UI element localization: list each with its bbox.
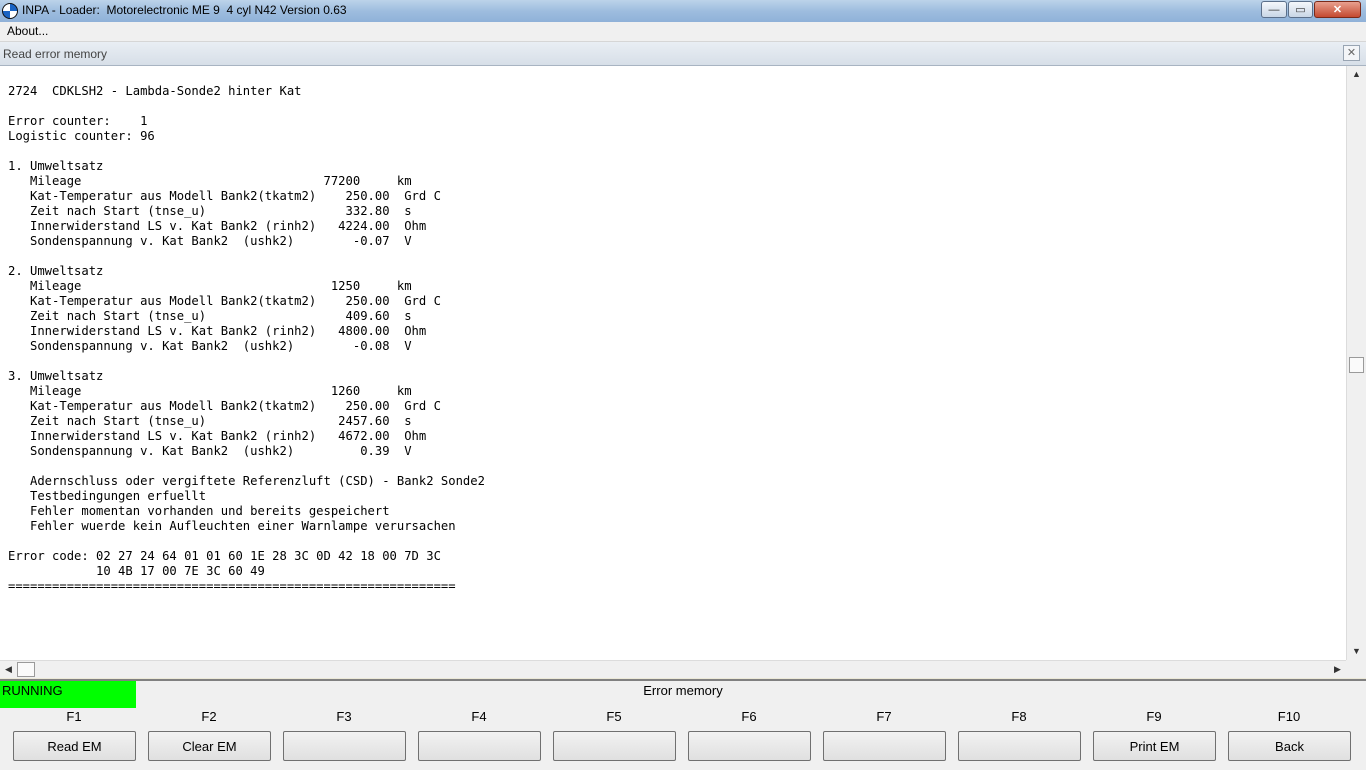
scroll-right-icon[interactable]: ▶ [1330,662,1345,677]
vertical-scrollbar[interactable]: ▲ ▼ [1346,66,1366,660]
output-line: Mileage 1260 km [8,384,412,398]
output-line: Adernschluss oder vergiftete Referenzluf… [8,474,485,488]
output-line: Fehler wuerde kein Aufleuchten einer War… [8,519,456,533]
output-line: Logistic counter: 96 [8,129,155,143]
output-line: 2724 CDKLSH2 - Lambda-Sonde2 hinter Kat [8,84,302,98]
output-line: Error counter: 1 [8,114,148,128]
fkey-label-f3: F3 [336,709,352,724]
output-line: 10 4B 17 00 7E 3C 60 49 [8,564,265,578]
window-title: INPA - Loader: Motorelectronic ME 9 4 cy… [22,3,347,17]
function-key-panel: RUNNING Error memory F1 Read EM F2 Clear EM… [0,679,1366,770]
menu-bar: About... [0,22,1366,42]
output-line: 2. Umweltsatz [8,264,104,278]
output-line: Fehler momentan vorhanden und bereits ge… [8,504,390,518]
minimize-button[interactable]: — [1261,1,1287,18]
fkey-button-f10[interactable]: Back [1228,731,1351,761]
horizontal-scrollbar[interactable]: ◀ ▶ [0,660,1346,678]
output-line: Mileage 77200 km [8,174,412,188]
mode-title: Error memory [643,683,723,698]
vertical-scroll-thumb[interactable] [1349,357,1364,373]
scrollbar-corner [1346,660,1366,678]
output-text: 2724 CDKLSH2 - Lambda-Sonde2 hinter Kat E… [8,84,485,594]
output-line: Zeit nach Start (tnse_u) 332.80 s [8,204,412,218]
fkey-button-f5[interactable] [553,731,676,761]
output-line: Sondenspannung v. Kat Bank2 (ushk2) 0.39… [8,444,412,458]
fkey-label-f7: F7 [876,709,892,724]
output-line: ========================================… [8,579,456,593]
fkey-label-f8: F8 [1011,709,1027,724]
fkey-label-f4: F4 [471,709,487,724]
output-line: Innerwiderstand LS v. Kat Bank2 (rinh2) … [8,219,427,233]
child-window-title-bar: Read error memory ✕ [0,42,1366,66]
fkey-button-f3[interactable] [283,731,406,761]
output-line: Kat-Temperatur aus Modell Bank2(tkatm2) … [8,294,441,308]
fkey-label-f5: F5 [606,709,622,724]
output-line: Kat-Temperatur aus Modell Bank2(tkatm2) … [8,399,441,413]
fkey-button-f8[interactable] [958,731,1081,761]
close-window-button[interactable]: ✕ [1314,1,1361,18]
fkey-label-f1: F1 [66,709,82,724]
child-close-icon[interactable]: ✕ [1343,45,1360,61]
output-line: Kat-Temperatur aus Modell Bank2(tkatm2) … [8,189,441,203]
error-memory-output: 2724 CDKLSH2 - Lambda-Sonde2 hinter Kat E… [0,66,1346,660]
scroll-up-icon[interactable]: ▲ [1349,67,1364,82]
output-line: Zeit nach Start (tnse_u) 409.60 s [8,309,412,323]
fkey-button-f2[interactable]: Clear EM [148,731,271,761]
fkey-button-f9[interactable]: Print EM [1093,731,1216,761]
fkey-button-f6[interactable] [688,731,811,761]
output-line: Sondenspannung v. Kat Bank2 (ushk2) -0.0… [8,339,412,353]
output-line: Zeit nach Start (tnse_u) 2457.60 s [8,414,412,428]
output-line: Sondenspannung v. Kat Bank2 (ushk2) -0.0… [8,234,412,248]
fkey-label-f10: F10 [1277,709,1301,724]
scroll-left-icon[interactable]: ◀ [1,662,16,677]
output-line: Innerwiderstand LS v. Kat Bank2 (rinh2) … [8,324,427,338]
maximize-button[interactable]: ▭ [1288,1,1313,18]
title-bar[interactable]: INPA - Loader: Motorelectronic ME 9 4 cy… [0,0,1366,23]
fkey-label-f9: F9 [1146,709,1162,724]
scroll-down-icon[interactable]: ▼ [1349,644,1364,659]
horizontal-scroll-thumb[interactable] [17,662,35,677]
output-line: 3. Umweltsatz [8,369,104,383]
fkey-label-f6: F6 [741,709,757,724]
bmw-logo-icon [2,3,18,19]
fkey-button-f1[interactable]: Read EM [13,731,136,761]
output-line: Innerwiderstand LS v. Kat Bank2 (rinh2) … [8,429,427,443]
fkey-button-f4[interactable] [418,731,541,761]
output-line: Testbedingungen erfuellt [8,489,207,503]
output-line: Error code: 02 27 24 64 01 01 60 1E 28 3… [8,549,441,563]
fkey-label-f2: F2 [201,709,217,724]
menu-about[interactable]: About... [7,24,48,38]
child-window-title: Read error memory [3,47,108,61]
output-line: Mileage 1250 km [8,279,412,293]
fkey-button-f7[interactable] [823,731,946,761]
output-line: 1. Umweltsatz [8,159,104,173]
